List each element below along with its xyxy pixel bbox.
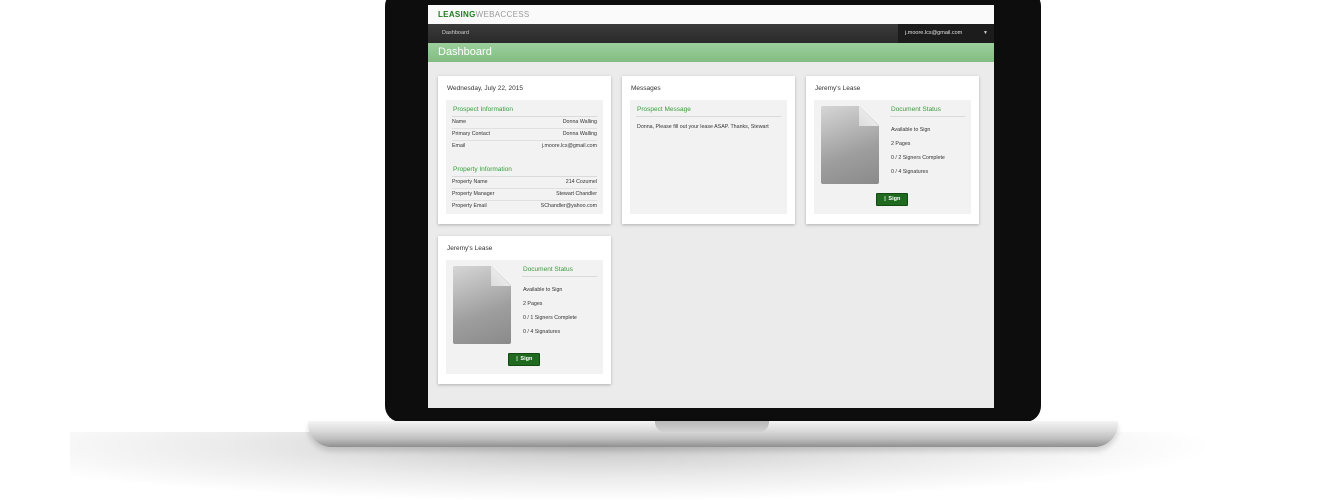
brand-logo-strong: LEASING [438,10,476,19]
card-title-lease: Jeremy's Lease [447,245,493,252]
table-row: Email j.moore.lcs@gmail.com [452,141,597,153]
property-info-heading: Property Information [453,166,512,173]
prospect-message-heading: Prospect Message [637,106,691,113]
document-fold [859,106,879,126]
card-title-date: Wednesday, July 22, 2015 [447,85,524,92]
row-value[interactable]: SChandler@yahoo.com [541,201,597,212]
user-menu-dropdown[interactable]: j.moore.lcs@gmail.com ▼ [898,24,994,43]
app-screen: LEASINGWEBACCESS Dashboard j.moore.lcs@g… [428,5,994,408]
status-signers: 0 / 2 Signers Complete [891,155,945,161]
table-row: Property Manager Stewart Chandler [452,189,597,201]
sign-button[interactable]: ▯ Sign [508,353,540,366]
chevron-down-icon: ▼ [983,30,988,36]
status-available: Available to Sign [891,127,931,133]
brand-logo-light: WEBACCESS [475,10,530,19]
row-label: Name [452,119,467,125]
row-value[interactable]: j.moore.lcs@gmail.com [542,141,597,152]
document-icon: ▯ [883,196,887,202]
lease-panel: Document Status Available to Sign 2 Page… [814,100,971,214]
sign-button-label: Sign [520,356,533,362]
divider [636,116,781,117]
document-status-heading: Document Status [891,106,941,113]
table-row: Name Donna Walling [452,117,597,129]
top-nav: Dashboard j.moore.lcs@gmail.com ▼ [428,24,994,43]
brand-bar: LEASINGWEBACCESS [428,5,994,24]
document-status-heading: Document Status [523,266,573,273]
message-panel: Prospect Message Donna, Please fill out … [630,100,787,214]
row-value: Stewart Chandler [556,191,597,197]
row-value: Donna Walling [562,131,597,137]
document-icon: ▯ [515,356,519,362]
status-signatures: 0 / 4 Signatures [523,329,561,335]
status-signers: 0 / 1 Signers Complete [523,315,577,321]
divider [890,116,965,117]
lease-card: Jeremy's Lease Document Status Available… [806,76,979,224]
row-label: Property Name [452,179,488,185]
table-row: Property Name 214 Cozumel [452,177,597,189]
divider [522,276,597,277]
page-title: Dashboard [428,43,994,62]
document-fold [491,266,511,286]
row-label: Property Email [452,203,487,209]
sign-button[interactable]: ▯ Sign [876,193,908,206]
sign-button-label: Sign [888,196,901,202]
status-available: Available to Sign [523,287,563,293]
info-panel: Prospect Information Name Donna Walling … [446,100,603,214]
row-label: Primary Contact [452,131,490,137]
status-pages: 2 Pages [891,141,911,147]
table-row: Property Email SChandler@yahoo.com [452,201,597,213]
row-label: Email [452,143,466,149]
card-title-messages: Messages [631,85,661,92]
status-signatures: 0 / 4 Signatures [891,169,929,175]
row-label: Property Manager [452,191,495,197]
messages-card: Messages Prospect Message Donna, Please … [622,76,795,224]
message-text: Donna, Please fill out your lease ASAP. … [637,124,769,130]
table-row: Primary Contact Donna Walling [452,129,597,141]
lease-card: Jeremy's Lease Document Status Available… [438,236,611,384]
prospect-info-heading: Prospect Information [453,106,513,113]
nav-item-dashboard[interactable]: Dashboard [442,24,469,43]
laptop-notch [655,421,769,432]
info-card: Wednesday, July 22, 2015 Prospect Inform… [438,76,611,224]
user-email: j.moore.lcs@gmail.com [905,30,963,36]
row-value: 214 Cozumel [565,179,597,185]
lease-panel: Document Status Available to Sign 2 Page… [446,260,603,374]
status-pages: 2 Pages [523,301,543,307]
card-title-lease: Jeremy's Lease [815,85,861,92]
row-value: Donna Walling [562,119,597,125]
